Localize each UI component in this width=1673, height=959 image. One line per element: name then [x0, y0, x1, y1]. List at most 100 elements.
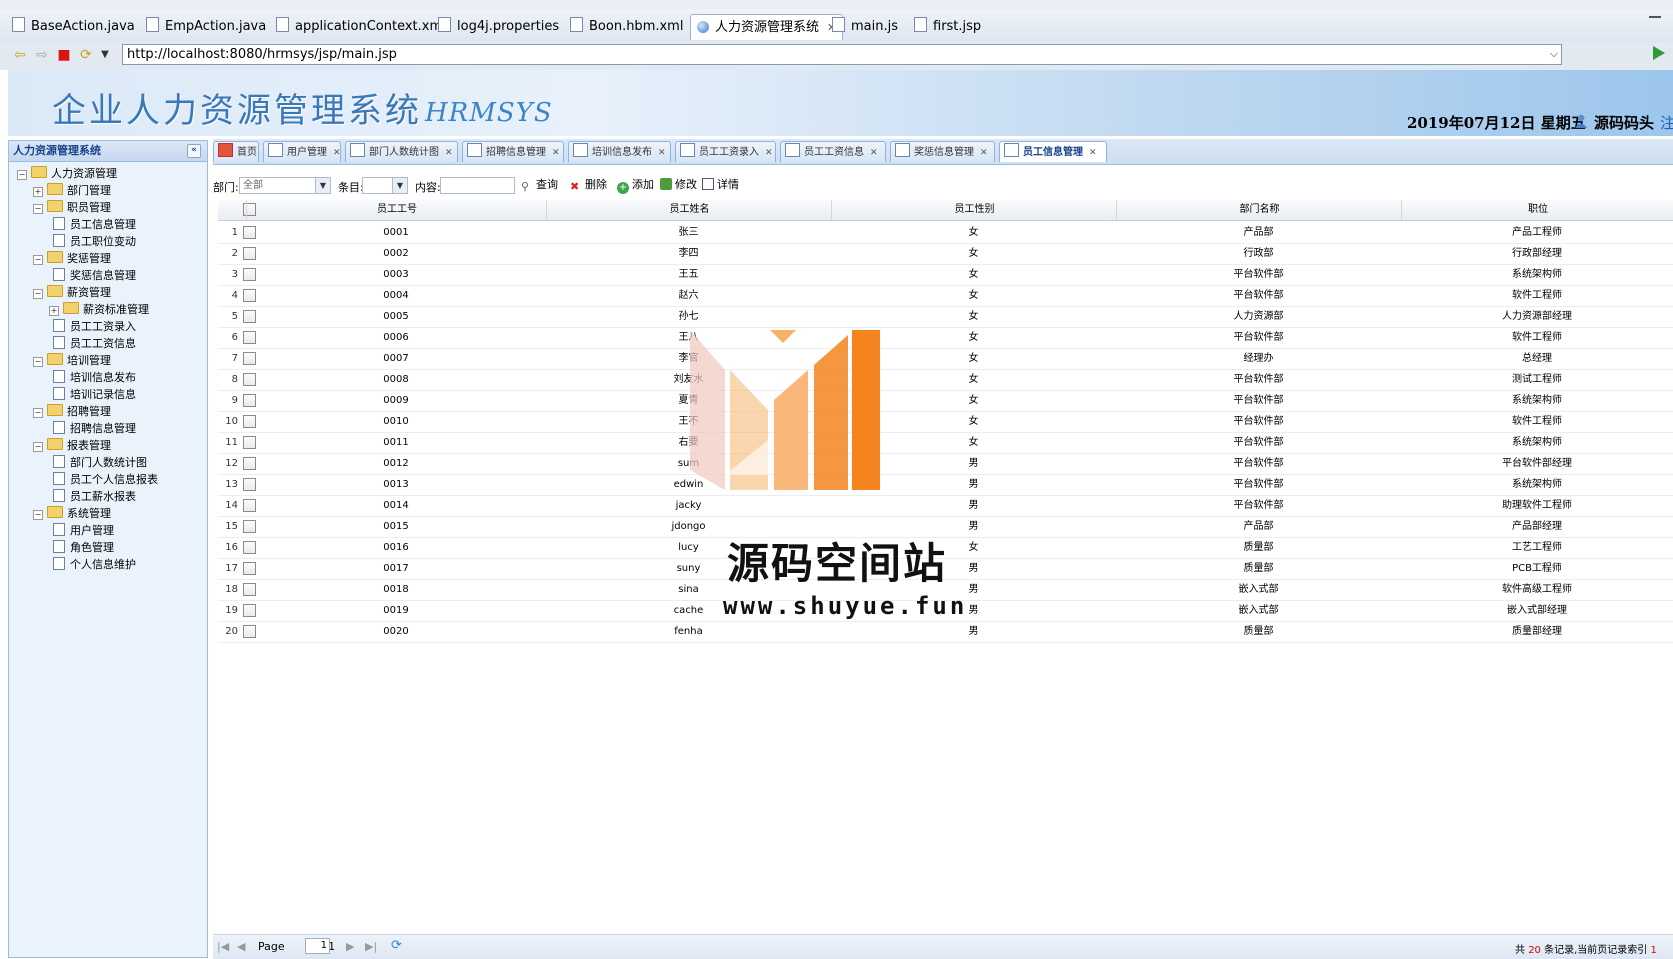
table-row[interactable]: 15 0015 jdongo 男 产品部 产品部经理 [218, 516, 1673, 538]
table-row[interactable]: 12 0012 sum 男 平台软件部 平台软件部经理 [218, 453, 1673, 475]
module-tab[interactable]: 奖惩信息管理 ✕ [890, 141, 995, 162]
refresh-icon[interactable]: ⟳ [391, 938, 402, 953]
table-row[interactable]: 16 0016 lucy 女 质量部 工艺工程师 [218, 537, 1673, 559]
tree-node[interactable]: 员工薪水报表 [53, 488, 136, 505]
collapse-node-icon[interactable]: − [33, 357, 43, 367]
tree-node[interactable]: + 部门管理 [33, 182, 111, 199]
table-row[interactable]: 17 0017 suny 男 质量部 PCB工程师 [218, 558, 1673, 580]
next-page-icon[interactable]: ▶ [346, 940, 354, 953]
expand-icon[interactable]: + [49, 306, 59, 316]
ide-tab[interactable]: applicationContext.xml [270, 14, 452, 40]
chevron-down-icon[interactable]: ▼ [315, 178, 330, 193]
tree-node[interactable]: 角色管理 [53, 539, 114, 556]
column-header[interactable]: 员工工号 [246, 200, 547, 220]
url-input[interactable]: http://localhost:8080/hrmsys/jsp/main.js… [122, 44, 1562, 65]
ide-tab[interactable]: BaseAction.java [6, 14, 141, 40]
logout-link[interactable]: 注销 [1660, 112, 1673, 133]
tree-node[interactable]: 奖惩信息管理 [53, 267, 136, 284]
table-row[interactable]: 8 0008 刘友水 女 平台软件部 测试工程师 [218, 369, 1673, 391]
tree-node[interactable]: + 薪资标准管理 [49, 301, 149, 318]
ide-tab[interactable]: first.jsp [908, 14, 987, 40]
tree-node[interactable]: − 培训管理 [33, 352, 111, 369]
first-page-icon[interactable]: |◀ [217, 940, 229, 953]
collapse-icon[interactable]: « [187, 144, 201, 158]
close-icon[interactable]: ✕ [980, 148, 988, 158]
collapse-node-icon[interactable]: − [33, 442, 43, 452]
ide-tab[interactable]: EmpAction.java [140, 14, 272, 40]
tree-node[interactable]: − 报表管理 [33, 437, 111, 454]
collapse-node-icon[interactable]: − [33, 255, 43, 265]
forward-arrow-icon[interactable]: ⇨ [34, 47, 50, 63]
tree-node[interactable]: 个人信息维护 [53, 556, 136, 573]
tree-node[interactable]: − 系统管理 [33, 505, 111, 522]
ide-tab[interactable]: log4j.properties [432, 14, 565, 40]
collapse-node-icon[interactable]: − [33, 204, 43, 214]
tree-node[interactable]: 员工工资录入 [53, 318, 136, 335]
field-select[interactable]: ▼ [362, 177, 408, 194]
table-row[interactable]: 4 0004 赵六 女 平台软件部 软件工程师 [218, 285, 1673, 307]
page-number-input[interactable]: 1 [305, 938, 330, 954]
module-tab[interactable]: 招聘信息管理 ✕ [462, 141, 564, 162]
column-header[interactable]: 员工性别 [831, 200, 1117, 220]
tree-node[interactable]: 部门人数统计图 [53, 454, 147, 471]
close-icon[interactable]: ✕ [765, 148, 773, 158]
tree-node[interactable]: 招聘信息管理 [53, 420, 136, 437]
collapse-node-icon[interactable]: − [17, 170, 27, 180]
column-header[interactable]: 员工姓名 [546, 200, 832, 220]
module-tab[interactable]: 员工工资信息 ✕ [780, 141, 886, 162]
table-row[interactable]: 19 0019 cache 男 嵌入式部 嵌入式部经理 [218, 600, 1673, 622]
table-row[interactable]: 10 0010 王不 女 平台软件部 软件工程师 [218, 411, 1673, 433]
add-button[interactable]: + 添加 [617, 177, 654, 194]
module-tab[interactable]: 首页 [213, 141, 259, 162]
close-icon[interactable]: ✕ [870, 148, 878, 158]
minimize-icon[interactable] [1649, 16, 1661, 21]
tree-node[interactable]: 培训记录信息 [53, 386, 136, 403]
nav-dropdown-icon[interactable]: ▼ [97, 47, 113, 63]
dept-select[interactable]: 全部 ▼ [239, 177, 331, 194]
query-button[interactable]: ⚲ 查询 [521, 177, 558, 193]
table-row[interactable]: 18 0018 sina 男 嵌入式部 软件高级工程师 [218, 579, 1673, 601]
table-row[interactable]: 11 0011 右要 女 平台软件部 系统架构师 [218, 432, 1673, 454]
tree-node[interactable]: 用户管理 [53, 522, 114, 539]
tree-node[interactable]: − 薪资管理 [33, 284, 111, 301]
table-row[interactable]: 13 0013 edwin 男 平台软件部 系统架构师 [218, 474, 1673, 496]
close-icon[interactable]: ✕ [658, 148, 666, 158]
tree-node[interactable]: 员工个人信息报表 [53, 471, 158, 488]
table-row[interactable]: 1 0001 张三 女 产品部 产品工程师 [218, 222, 1673, 244]
tree-node[interactable]: 员工工资信息 [53, 335, 136, 352]
module-tab[interactable]: 培训信息发布 ✕ [568, 141, 671, 162]
table-row[interactable]: 2 0002 李四 女 行政部 行政部经理 [218, 243, 1673, 265]
tree-node[interactable]: − 奖惩管理 [33, 250, 111, 267]
module-tab[interactable]: 部门人数统计图 ✕ [345, 141, 458, 162]
last-page-icon[interactable]: ▶| [365, 940, 377, 953]
table-row[interactable]: 14 0014 jacky 男 平台软件部 助理软件工程师 [218, 495, 1673, 517]
tree-node[interactable]: − 人力资源管理 [17, 165, 117, 182]
url-dropdown-icon[interactable]: ⌵ [1550, 47, 1558, 61]
refresh-icon[interactable]: ⟳ [78, 47, 94, 63]
module-tab[interactable]: 员工信息管理 ✕ [999, 141, 1107, 162]
ide-tab[interactable]: main.js [826, 14, 904, 40]
table-row[interactable]: 6 0006 王八 女 平台软件部 软件工程师 [218, 327, 1673, 349]
go-icon[interactable] [1653, 46, 1665, 60]
close-icon[interactable]: ✕ [1089, 148, 1097, 158]
delete-button[interactable]: ✖ 删除 [570, 177, 607, 193]
module-tab[interactable]: 员工工资录入 ✕ [675, 141, 776, 162]
prev-page-icon[interactable]: ◀ [237, 940, 245, 953]
edit-button[interactable]: 修改 [660, 177, 697, 193]
close-icon[interactable]: ✕ [333, 148, 341, 158]
tree-node[interactable]: 员工职位变动 [53, 233, 136, 250]
content-input[interactable] [440, 177, 515, 194]
module-tab[interactable]: 用户管理 ✕ [263, 141, 341, 162]
tree-node[interactable]: − 招聘管理 [33, 403, 111, 420]
expand-icon[interactable]: + [33, 187, 43, 197]
detail-button[interactable]: 详情 [702, 177, 739, 193]
collapse-node-icon[interactable]: − [33, 510, 43, 520]
tree-node[interactable]: − 职员管理 [33, 199, 111, 216]
back-arrow-icon[interactable]: ⇦ [12, 47, 28, 63]
table-row[interactable]: 7 0007 李官 女 经理办 总经理 [218, 348, 1673, 370]
tree-node[interactable]: 培训信息发布 [53, 369, 136, 386]
collapse-node-icon[interactable]: − [33, 408, 43, 418]
table-row[interactable]: 9 0009 夏青 女 平台软件部 系统架构师 [218, 390, 1673, 412]
stop-icon[interactable]: ■ [56, 47, 72, 63]
collapse-node-icon[interactable]: − [33, 289, 43, 299]
